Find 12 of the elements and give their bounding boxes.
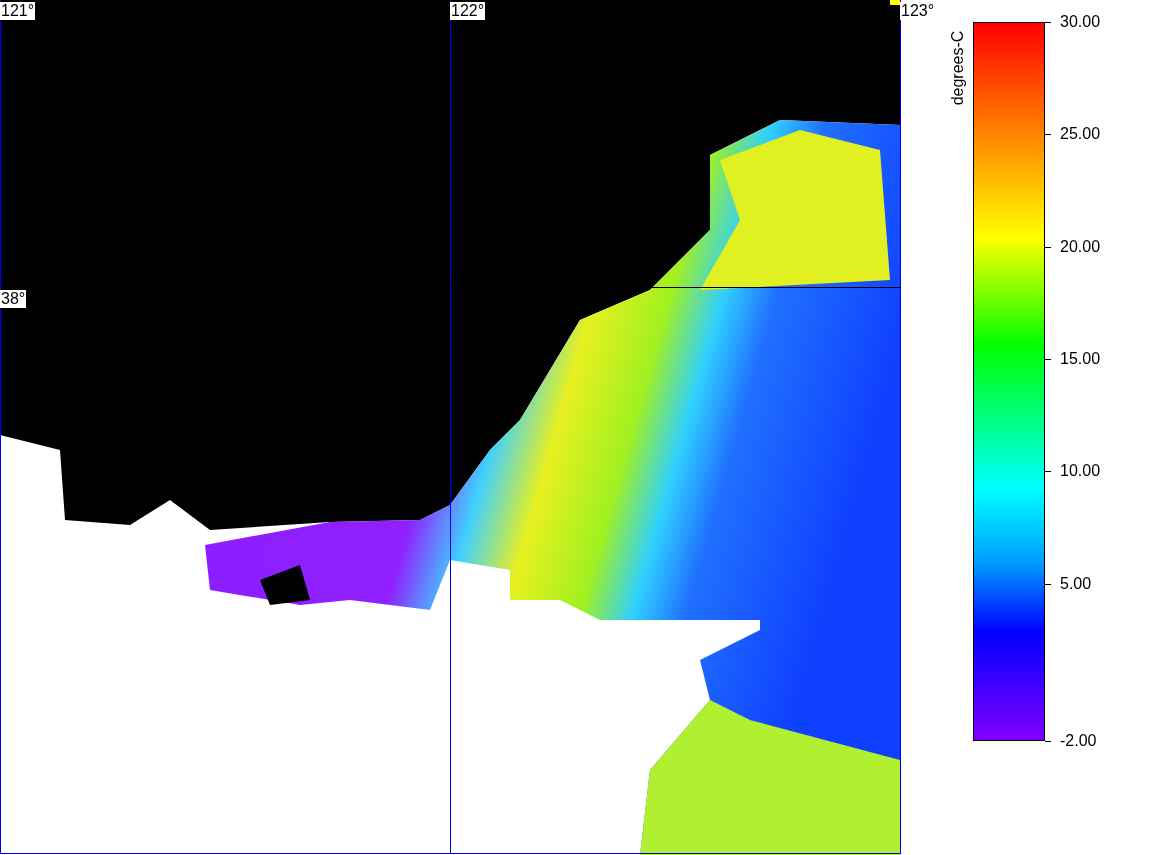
colorbar-tick-label: -2.00 [1060, 732, 1097, 750]
colorbar-tick-label: 5.00 [1060, 574, 1092, 593]
colorbar-tick-label: 20.00 [1060, 237, 1101, 256]
latitude-label: 38° [0, 290, 27, 308]
longitude-label: 121° [0, 2, 36, 20]
colorbar-tick-label: 15.00 [1060, 350, 1101, 369]
colorbar-tick-label: 25.00 [1060, 125, 1101, 144]
colorbar-tick-label: 10.00 [1060, 462, 1101, 481]
longitude-label: 122° [450, 2, 486, 20]
longitude-label: 123° [900, 2, 936, 20]
unit-label: degrees-C [950, 29, 966, 108]
colorbar-tick-label: 30.00 [1060, 13, 1101, 31]
